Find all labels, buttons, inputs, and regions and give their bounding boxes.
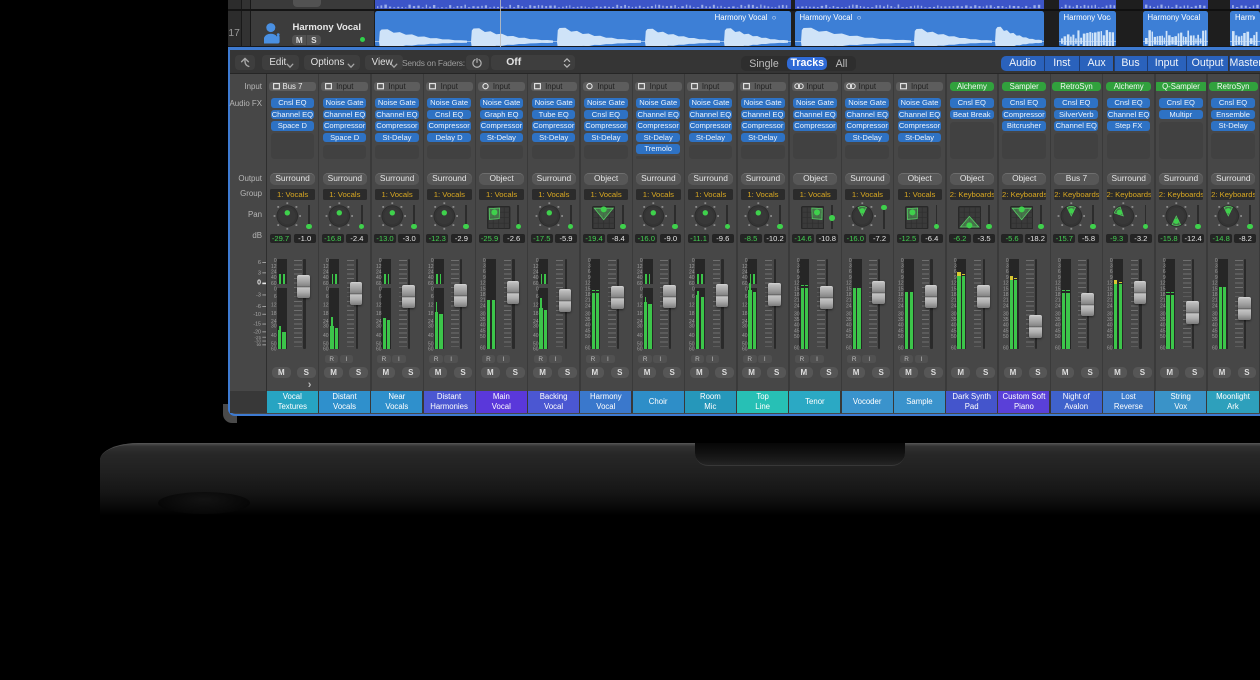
svg-text:18: 18	[689, 311, 695, 317]
svg-text:6: 6	[379, 294, 382, 300]
svg-text:40: 40	[689, 333, 695, 339]
svg-text:24: 24	[846, 304, 852, 310]
svg-text:6: 6	[692, 294, 695, 300]
svg-text:3: 3	[258, 270, 261, 276]
svg-text:12: 12	[689, 303, 695, 309]
svg-text:-6: -6	[256, 304, 261, 310]
svg-text:24: 24	[898, 304, 904, 310]
svg-text:18: 18	[271, 311, 277, 317]
svg-text:60: 60	[1212, 346, 1218, 352]
svg-text:0: 0	[640, 287, 643, 293]
svg-text:60: 60	[1055, 346, 1061, 352]
svg-text:6: 6	[431, 294, 434, 300]
svg-text:24: 24	[585, 304, 591, 310]
svg-text:50: 50	[1107, 334, 1113, 340]
svg-text:24: 24	[1055, 304, 1061, 310]
svg-text:18: 18	[323, 311, 329, 317]
svg-text:24: 24	[480, 304, 486, 310]
svg-text:50: 50	[951, 334, 957, 340]
svg-text:24: 24	[1107, 304, 1113, 310]
svg-text:0: 0	[379, 287, 382, 293]
svg-text:50: 50	[480, 334, 486, 340]
svg-text:60: 60	[898, 346, 904, 352]
svg-text:12: 12	[742, 303, 748, 309]
svg-text:∞: ∞	[257, 341, 261, 348]
svg-text:40: 40	[742, 333, 748, 339]
svg-text:6: 6	[535, 294, 538, 300]
svg-text:-15: -15	[253, 322, 261, 328]
svg-text:30: 30	[742, 324, 748, 330]
svg-text:0: 0	[257, 280, 261, 287]
svg-text:0: 0	[431, 287, 434, 293]
svg-text:12: 12	[376, 303, 382, 309]
svg-text:60: 60	[742, 347, 748, 352]
svg-text:12: 12	[271, 303, 277, 309]
svg-text:60: 60	[794, 346, 800, 352]
svg-text:12: 12	[323, 303, 329, 309]
svg-text:30: 30	[533, 324, 539, 330]
svg-text:6: 6	[326, 294, 329, 300]
svg-text:24: 24	[1160, 304, 1166, 310]
svg-text:18: 18	[376, 311, 382, 317]
svg-text:18: 18	[428, 311, 434, 317]
svg-text:50: 50	[846, 334, 852, 340]
svg-text:50: 50	[1003, 334, 1009, 340]
svg-text:50: 50	[1160, 334, 1166, 340]
svg-text:60: 60	[376, 347, 382, 352]
svg-text:30: 30	[376, 324, 382, 330]
svg-text:6: 6	[274, 294, 277, 300]
svg-text:12: 12	[533, 303, 539, 309]
svg-text:60: 60	[1107, 346, 1113, 352]
svg-text:24: 24	[951, 304, 957, 310]
svg-text:60: 60	[428, 347, 434, 352]
svg-text:-3: -3	[256, 293, 261, 299]
svg-text:30: 30	[271, 324, 277, 330]
svg-text:60: 60	[637, 347, 643, 352]
svg-text:24: 24	[794, 304, 800, 310]
svg-text:60: 60	[846, 346, 852, 352]
svg-text:0: 0	[535, 287, 538, 293]
svg-text:18: 18	[742, 311, 748, 317]
svg-text:60: 60	[323, 347, 329, 352]
svg-text:60: 60	[1160, 346, 1166, 352]
svg-text:6: 6	[258, 260, 261, 266]
svg-text:18: 18	[533, 311, 539, 317]
svg-text:40: 40	[271, 333, 277, 339]
svg-text:30: 30	[689, 324, 695, 330]
svg-text:40: 40	[323, 333, 329, 339]
svg-text:40: 40	[637, 333, 643, 339]
svg-text:0: 0	[274, 287, 277, 293]
svg-text:40: 40	[533, 333, 539, 339]
svg-text:60: 60	[533, 347, 539, 352]
svg-text:6: 6	[744, 294, 747, 300]
svg-text:30: 30	[637, 324, 643, 330]
svg-text:0: 0	[744, 287, 747, 293]
svg-text:60: 60	[585, 346, 591, 352]
svg-text:50: 50	[1212, 334, 1218, 340]
svg-text:40: 40	[376, 333, 382, 339]
svg-text:12: 12	[637, 303, 643, 309]
svg-text:30: 30	[428, 324, 434, 330]
svg-text:24: 24	[1003, 304, 1009, 310]
svg-text:6: 6	[640, 294, 643, 300]
svg-text:30: 30	[323, 324, 329, 330]
svg-text:50: 50	[1055, 334, 1061, 340]
svg-text:0: 0	[326, 287, 329, 293]
svg-text:60: 60	[480, 346, 486, 352]
svg-text:50: 50	[794, 334, 800, 340]
svg-text:60: 60	[951, 346, 957, 352]
svg-text:-10: -10	[253, 312, 261, 318]
svg-text:60: 60	[689, 347, 695, 352]
svg-text:24: 24	[1212, 304, 1218, 310]
svg-text:12: 12	[428, 303, 434, 309]
svg-text:50: 50	[898, 334, 904, 340]
svg-text:50: 50	[585, 334, 591, 340]
svg-text:40: 40	[428, 333, 434, 339]
svg-text:0: 0	[692, 287, 695, 293]
svg-text:60: 60	[1003, 346, 1009, 352]
svg-text:18: 18	[637, 311, 643, 317]
svg-text:60: 60	[271, 347, 277, 352]
